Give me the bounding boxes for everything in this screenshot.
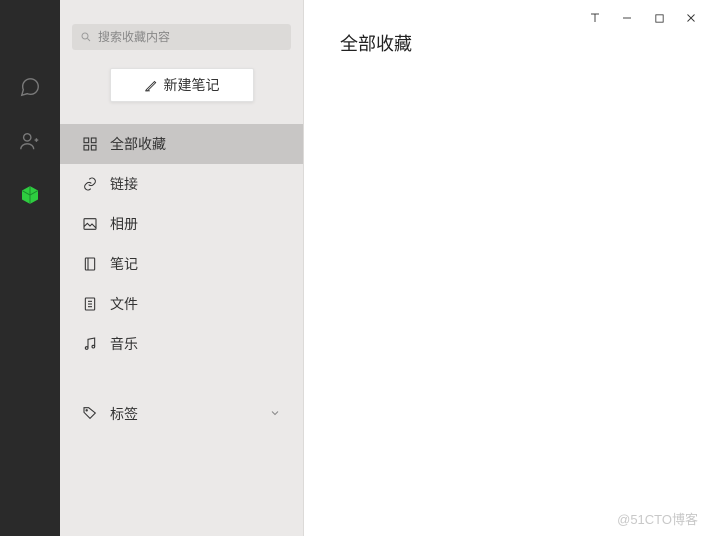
menu-item-music[interactable]: 音乐 — [60, 324, 303, 364]
menu-item-label: 文件 — [110, 294, 138, 314]
image-icon — [82, 216, 98, 232]
menu-item-links[interactable]: 链接 — [60, 164, 303, 204]
menu-item-album[interactable]: 相册 — [60, 204, 303, 244]
grid-icon — [82, 136, 98, 152]
watermark: @51CTO博客 — [617, 509, 698, 528]
link-icon — [82, 176, 98, 192]
file-icon — [82, 296, 98, 312]
menu-item-label: 音乐 — [110, 334, 138, 354]
minimize-icon[interactable] — [612, 6, 642, 30]
close-icon[interactable] — [676, 6, 706, 30]
menu-item-label: 笔记 — [110, 254, 138, 274]
chat-icon[interactable] — [18, 75, 42, 99]
favorites-cube-icon[interactable] — [18, 183, 42, 207]
main-panel: 全部收藏 @51CTO博客 — [304, 0, 710, 536]
search-input[interactable] — [72, 24, 291, 50]
tags-label: 标签 — [110, 404, 138, 424]
new-note-label: 新建笔记 — [164, 75, 220, 95]
pin-icon[interactable] — [580, 6, 610, 30]
window-controls — [580, 0, 710, 30]
chevron-down-icon — [269, 406, 281, 422]
favorites-menu: 全部收藏 链接 相册 笔记 文件 音乐 — [60, 124, 303, 364]
new-note-button[interactable]: 新建笔记 — [110, 68, 254, 102]
menu-item-files[interactable]: 文件 — [60, 284, 303, 324]
music-icon — [82, 336, 98, 352]
tags-row[interactable]: 标签 — [60, 394, 303, 434]
pencil-icon — [144, 78, 158, 92]
menu-item-label: 链接 — [110, 174, 138, 194]
menu-item-all[interactable]: 全部收藏 — [60, 124, 303, 164]
note-icon — [82, 256, 98, 272]
menu-item-notes[interactable]: 笔记 — [60, 244, 303, 284]
menu-item-label: 全部收藏 — [110, 134, 166, 154]
favorites-sidebar: 新建笔记 全部收藏 链接 相册 笔记 文件 音乐 标签 — [60, 0, 304, 536]
nav-rail — [0, 0, 60, 536]
maximize-icon[interactable] — [644, 6, 674, 30]
contacts-icon[interactable] — [18, 129, 42, 153]
tag-icon — [82, 405, 98, 424]
menu-item-label: 相册 — [110, 214, 138, 234]
